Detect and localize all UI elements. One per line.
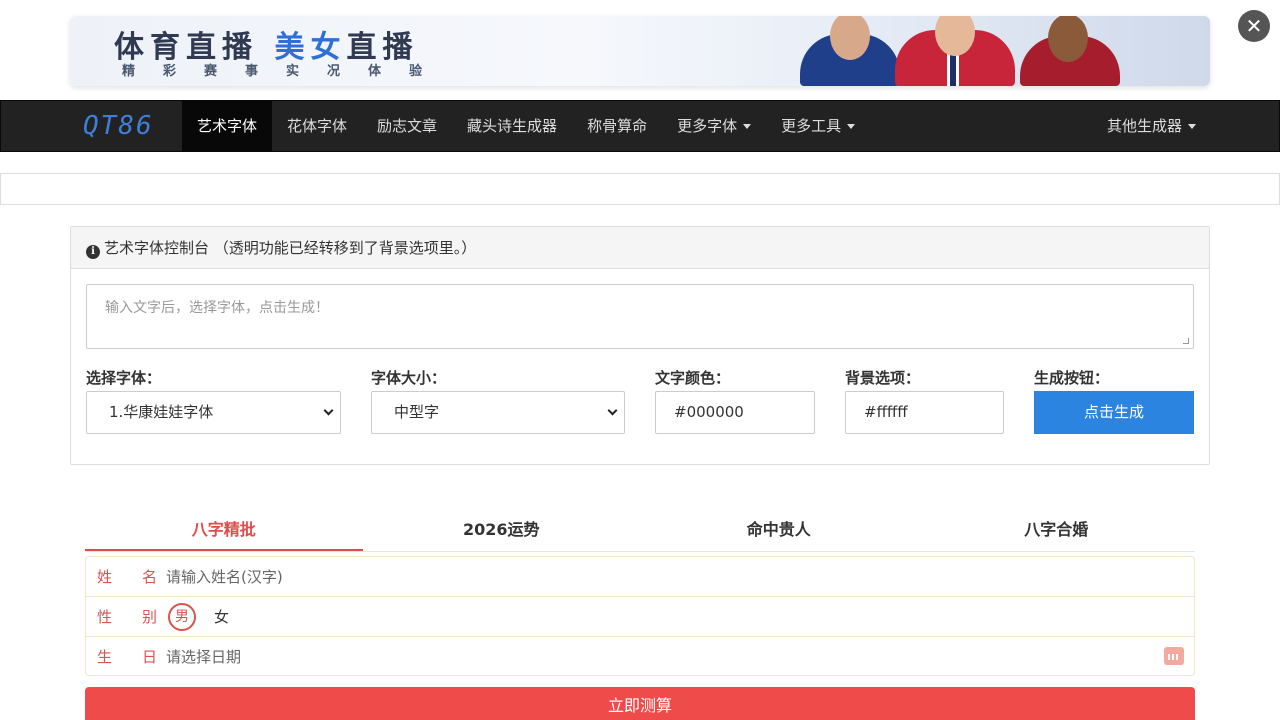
gender-label: 性别 (97, 608, 188, 626)
fortune-form: 姓名 请输入姓名(汉字) 性别 男 女 生日 请选择日期 (85, 556, 1195, 676)
generate-button[interactable]: 点击生成 (1034, 391, 1194, 434)
nav-item-more-tools[interactable]: 更多工具 (766, 101, 870, 151)
birthday-row: 生日 请选择日期 (86, 637, 1194, 677)
font-select[interactable]: 1.华康娃娃字体 (86, 391, 341, 434)
close-ad-button[interactable]: ✕ (1238, 10, 1270, 42)
nav-item-other-generators[interactable]: 其他生成器 (1092, 101, 1211, 151)
top-navbar: QT86 艺术字体 花体字体 励志文章 藏头诗生成器 称骨算命 更多字体 更多工… (0, 100, 1280, 152)
banner-players-image (780, 16, 1210, 86)
size-select-label: 字体大小： (371, 369, 447, 387)
birthday-input[interactable]: 请选择日期 (166, 637, 241, 677)
caret-down-icon (743, 124, 752, 129)
tab-2026-fortune[interactable]: 2026运势 (363, 510, 641, 551)
caret-down-icon (1188, 124, 1197, 129)
name-input[interactable]: 请输入姓名(汉字) (166, 557, 283, 597)
gender-female-radio[interactable]: 女 (214, 597, 229, 637)
tab-benefactor[interactable]: 命中贵人 (640, 510, 918, 551)
panel-heading: i 艺术字体控制台 （透明功能已经转移到了背景选项里。） (71, 227, 1209, 269)
caret-down-icon (847, 124, 856, 129)
color-field[interactable]: #000000 (655, 391, 815, 434)
nav-item-acrostic-poem[interactable]: 藏头诗生成器 (452, 101, 572, 151)
fortune-tabs: 八字精批 2026运势 命中贵人 八字合婚 (85, 510, 1195, 552)
font-control-panel: i 艺术字体控制台 （透明功能已经转移到了背景选项里。） 输入文字后，选择字体，点… (70, 226, 1210, 465)
info-icon: i (86, 245, 100, 259)
font-select-label: 选择字体： (86, 369, 162, 387)
name-row: 姓名 请输入姓名(汉字) (86, 557, 1194, 597)
nav-item-inspirational[interactable]: 励志文章 (362, 101, 452, 151)
chevron-down-icon (607, 405, 618, 416)
name-label: 姓名 (97, 568, 188, 586)
ad-strip (0, 173, 1280, 205)
banner-subtitle: 精彩赛事实况体验 (122, 64, 451, 79)
size-select[interactable]: 中型字 (371, 391, 625, 434)
nav-item-more-fonts[interactable]: 更多字体 (662, 101, 766, 151)
color-field-label: 文字颜色： (655, 369, 731, 387)
background-field-label: 背景选项： (845, 369, 921, 387)
gender-male-radio[interactable]: 男 (168, 603, 196, 631)
birthday-label: 生日 (97, 648, 188, 666)
background-field[interactable]: #ffffff (845, 391, 1004, 434)
nav-item-art-font[interactable]: 艺术字体 (182, 101, 273, 151)
tab-marriage-match[interactable]: 八字合婚 (918, 510, 1196, 551)
ad-banner[interactable]: 体育直播 美女直播 精彩赛事实况体验 (70, 16, 1210, 86)
brand-logo[interactable]: QT86 (83, 111, 154, 141)
calculate-button[interactable]: 立即测算 (85, 687, 1195, 720)
nav-menu: 艺术字体 花体字体 励志文章 藏头诗生成器 称骨算命 更多字体 更多工具 (182, 101, 870, 151)
nav-item-fancy-font[interactable]: 花体字体 (272, 101, 362, 151)
gender-row: 性别 男 女 (86, 597, 1194, 637)
nav-item-bone-fortune[interactable]: 称骨算命 (572, 101, 662, 151)
tab-bazi-reading[interactable]: 八字精批 (85, 510, 363, 551)
calendar-icon[interactable] (1164, 647, 1184, 665)
text-input[interactable]: 输入文字后，选择字体，点击生成！ (86, 284, 1194, 349)
chevron-down-icon (323, 405, 334, 416)
generate-label: 生成按钮： (1034, 369, 1110, 387)
